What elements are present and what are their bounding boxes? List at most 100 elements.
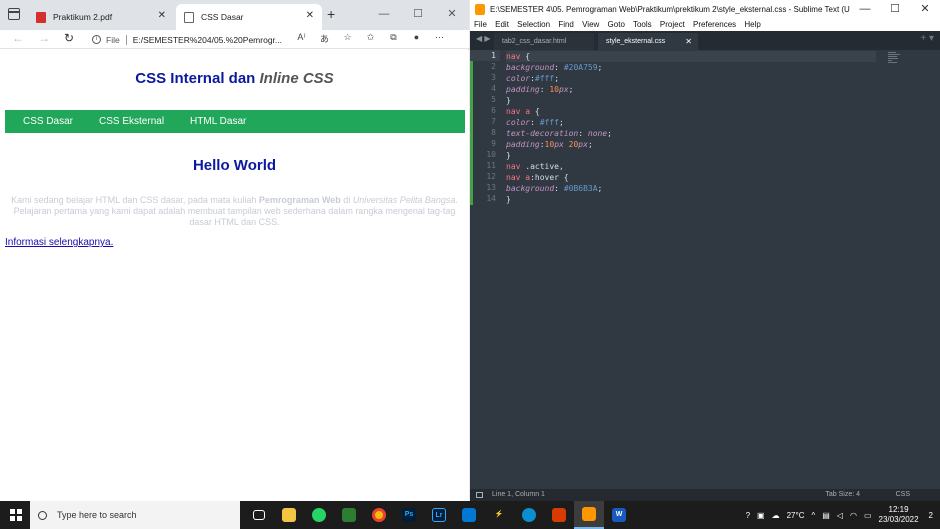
new-tab-button[interactable]: + [327, 6, 335, 22]
translate-icon[interactable]: あ [313, 32, 336, 45]
line-number: 12 [486, 172, 496, 181]
new-tab-icon[interactable]: + ▾ [920, 33, 934, 44]
tab-size-indicator[interactable]: Tab Size: 4 [825, 489, 860, 501]
taskbar-search[interactable]: Type here to search [30, 501, 240, 529]
nav-link-css-dasar[interactable]: CSS Dasar [13, 110, 83, 133]
info-icon[interactable]: i [92, 35, 101, 44]
line-number: 2 [491, 62, 496, 71]
page-viewport: CSS Internal dan Inline CSS CSS Dasar CS… [0, 50, 469, 501]
nav-link-css-eksternal[interactable]: CSS Eksternal [89, 110, 174, 133]
clock[interactable]: 12:19 23/03/2022 [879, 505, 919, 525]
lightroom-icon[interactable]: Lr [424, 501, 454, 529]
line-number-gutter: 1 2 3 4 5 6 7 8 9 10 11 12 13 14 [470, 50, 500, 489]
weather-temperature[interactable]: 27°C [787, 511, 805, 520]
app-tray-icon[interactable]: ▣ [757, 511, 765, 520]
code-line: padding:10px 20px; [506, 140, 593, 149]
menu-tools[interactable]: Tools [633, 20, 652, 29]
spreadsheet-app-icon[interactable] [334, 501, 364, 529]
menu-edit[interactable]: Edit [495, 20, 509, 29]
chrome-icon[interactable] [364, 501, 394, 529]
editor-tab-html[interactable]: tab2_css_dasar.html [494, 33, 594, 50]
menu-help[interactable]: Help [744, 20, 760, 29]
code-line: padding: 10px; [506, 85, 574, 94]
search-icon [38, 510, 47, 520]
browser-tab-bar: Praktikum 2.pdf ✕ CSS Dasar ✕ + — ☐ ✕ [0, 0, 469, 30]
more-menu-icon[interactable]: ⋯ [428, 32, 451, 45]
syntax-indicator[interactable]: CSS [896, 489, 910, 501]
read-aloud-icon[interactable]: A⁾ [290, 32, 313, 45]
task-view-icon[interactable] [244, 501, 274, 529]
code-line: nav a { [506, 107, 540, 116]
code-editor[interactable]: nav { background: #20A759; color:#fff; p… [506, 51, 876, 205]
code-line: text-decoration: none; [506, 129, 612, 138]
whatsapp-icon[interactable] [304, 501, 334, 529]
favorite-add-icon[interactable]: ☆ [336, 32, 359, 45]
line-number: 6 [491, 106, 496, 115]
close-tab-icon[interactable]: ✕ [158, 10, 166, 21]
clock-time: 12:19 [888, 505, 909, 514]
code-line: } [506, 195, 511, 204]
nav-link-html-dasar[interactable]: HTML Dasar [180, 110, 256, 133]
refresh-icon[interactable]: ↻ [64, 31, 74, 45]
help-icon[interactable]: ? [746, 511, 750, 520]
mail-icon[interactable] [454, 501, 484, 529]
sublime-menu-bar: File Edit Selection Find View Goto Tools… [470, 19, 940, 31]
minimap[interactable] [888, 52, 902, 70]
close-tab-icon[interactable]: ✕ [306, 10, 314, 21]
minimize-icon[interactable]: — [850, 0, 880, 19]
back-icon[interactable]: ← [12, 31, 24, 45]
browser-tab-pdf[interactable]: Praktikum 2.pdf ✕ [28, 4, 174, 30]
menu-selection[interactable]: Selection [517, 20, 550, 29]
editor-tab-css[interactable]: style_eksternal.css ✕ [598, 33, 698, 50]
browser-tab-css-dasar[interactable]: CSS Dasar ✕ [176, 4, 322, 30]
menu-file[interactable]: File [474, 20, 487, 29]
collections-icon[interactable]: ⧉ [382, 32, 405, 45]
weather-icon[interactable]: ☁ [772, 511, 780, 520]
close-tab-icon[interactable]: ✕ [685, 33, 692, 50]
editor-tab-title: tab2_css_dasar.html [502, 38, 567, 45]
notification-count[interactable]: 2 [929, 511, 933, 520]
menu-view[interactable]: View [582, 20, 599, 29]
more-info-link[interactable]: Informasi selengkapnya. [5, 237, 113, 248]
tab-actions-icon[interactable] [8, 8, 20, 20]
menu-project[interactable]: Project [660, 20, 685, 29]
forward-icon[interactable]: → [38, 31, 50, 45]
favorites-icon[interactable]: ✩ [359, 32, 382, 45]
browser-window-controls: — ☐ ✕ [367, 0, 469, 30]
code-line: background: #20A759; [506, 63, 603, 72]
minimize-icon[interactable]: — [367, 0, 401, 30]
system-tray: ? ▣ ☁ 27°C ^ ▤ ◁ ◠ ▭ 12:19 23/03/2022 2 [746, 501, 940, 529]
paragraph-bold: Pemrograman Web [258, 195, 341, 205]
word-icon[interactable]: W [604, 501, 634, 529]
panel-toggle-icon[interactable] [476, 492, 483, 498]
maximize-icon[interactable]: ☐ [401, 0, 435, 30]
code-line: } [506, 96, 511, 105]
battery-icon[interactable]: ▭ [864, 511, 872, 520]
volume-icon[interactable]: ◁ [837, 511, 843, 520]
menu-preferences[interactable]: Preferences [693, 20, 736, 29]
intro-paragraph: Kami sedang belajar HTML dan CSS dasar, … [8, 195, 461, 228]
tab-scroll-arrows-icon[interactable]: ◀ ▶ [476, 34, 491, 43]
profile-avatar[interactable]: ● [405, 32, 428, 45]
close-icon[interactable]: ✕ [910, 0, 940, 19]
menu-goto[interactable]: Goto [608, 20, 625, 29]
photoshop-icon[interactable]: Ps [394, 501, 424, 529]
network-icon[interactable]: ▤ [822, 511, 830, 520]
edge-icon[interactable] [514, 501, 544, 529]
browser-toolbar: ← → ↻ i File E:/SEMESTER%204/05.%20Pemro… [0, 30, 469, 49]
line-number: 5 [491, 95, 496, 104]
close-icon[interactable]: ✕ [435, 0, 469, 30]
menu-find[interactable]: Find [558, 20, 574, 29]
tray-overflow-icon[interactable]: ^ [811, 511, 815, 520]
wifi-icon[interactable]: ◠ [850, 511, 857, 520]
maximize-icon[interactable]: ☐ [880, 0, 910, 19]
code-line: nav a:hover { [506, 173, 569, 182]
file-explorer-icon[interactable] [274, 501, 304, 529]
clock-date: 23/03/2022 [878, 515, 919, 524]
start-icon[interactable] [10, 509, 22, 521]
sublime-taskbar-icon[interactable] [574, 501, 604, 529]
address-bar[interactable]: i File E:/SEMESTER%204/05.%20Pemrogr... [92, 31, 287, 48]
app-icon[interactable]: ⚡ [484, 501, 514, 529]
heading-italic-text: Inline CSS [259, 70, 334, 87]
office-icon[interactable] [544, 501, 574, 529]
